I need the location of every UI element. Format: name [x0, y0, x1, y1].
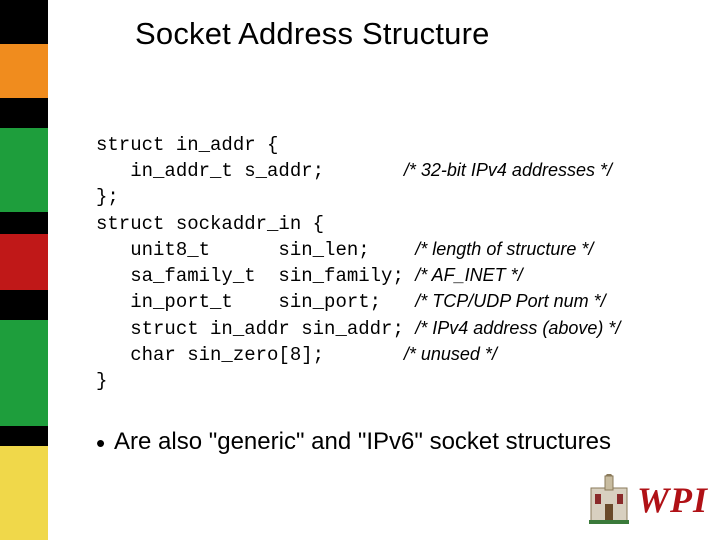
code-comment: /* TCP/UDP Port num */ — [415, 291, 605, 311]
wpi-logo: WPI — [538, 470, 708, 530]
code-line: struct sockaddr_in { — [96, 213, 324, 235]
stripe-4 — [0, 212, 48, 234]
stripe-0 — [0, 0, 48, 44]
code-line: struct in_addr sin_addr; — [96, 318, 404, 340]
stripe-1 — [0, 44, 48, 98]
stripe-3 — [0, 128, 48, 212]
stripe-7 — [0, 320, 48, 426]
code-line: struct in_addr { — [96, 134, 278, 156]
slide-title: Socket Address Structure — [135, 16, 490, 52]
code-line: in_port_t sin_port; — [96, 291, 381, 313]
stripe-6 — [0, 290, 48, 320]
wpi-wordmark: WPI — [637, 479, 708, 521]
bullet-text: Are also "generic" and "IPv6" socket str… — [114, 428, 611, 457]
code-line: unit8_t sin_len; — [96, 239, 370, 261]
stripe-8 — [0, 426, 48, 446]
code-line: in_addr_t s_addr; — [96, 160, 324, 182]
code-line: char sin_zero[8]; — [96, 344, 324, 366]
bullet-dot-icon: • — [96, 430, 114, 456]
stripe-5 — [0, 234, 48, 290]
code-comment: /* length of structure */ — [415, 239, 593, 259]
stripe-9 — [0, 446, 48, 540]
stripe-2 — [0, 98, 48, 128]
slide: Socket Address Structure struct in_addr … — [0, 0, 720, 540]
wpi-seal-icon — [587, 474, 631, 526]
code-comment: /* IPv4 address (above) */ — [415, 318, 620, 338]
code-comment: /* AF_INET */ — [415, 265, 522, 285]
code-block: struct in_addr { in_addr_t s_addr; /* 32… — [96, 132, 696, 394]
code-line: }; — [96, 186, 119, 208]
bullet-item: • Are also "generic" and "IPv6" socket s… — [96, 428, 676, 457]
code-line: sa_family_t sin_family; — [96, 265, 404, 287]
code-comment: /* 32-bit IPv4 addresses */ — [404, 160, 612, 180]
code-line: } — [96, 370, 107, 392]
code-comment: /* unused */ — [404, 344, 497, 364]
